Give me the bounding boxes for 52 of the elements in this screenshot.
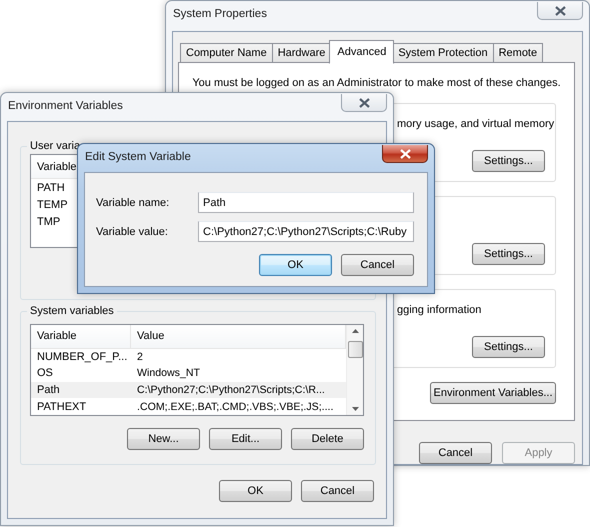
window-title: Edit System Variable <box>85 151 191 163</box>
close-icon <box>358 98 370 108</box>
group-description: mory usage, and virtual memory <box>397 117 554 132</box>
list-action-button[interactable]: New... <box>127 428 200 450</box>
scrollbar[interactable] <box>346 325 363 415</box>
input-field[interactable]: Path <box>198 192 414 213</box>
list-row[interactable]: OS Windows_NT <box>31 365 346 382</box>
column-header[interactable]: Variable <box>31 325 131 348</box>
down-arrow-icon[interactable] <box>352 407 358 411</box>
environment-variables-button[interactable]: Environment Variables... <box>430 382 556 404</box>
group-description: gging information <box>397 303 482 318</box>
close-button[interactable] <box>341 94 387 112</box>
input-field[interactable]: C:\Python27;C:\Python27\Scripts;C:\Ruby <box>198 221 414 242</box>
tab[interactable]: System Protection <box>392 43 494 63</box>
close-button[interactable] <box>382 145 428 163</box>
settings-button[interactable]: Settings... <box>472 336 545 358</box>
window-title: Environment Variables <box>8 100 123 112</box>
dialog-button[interactable]: Cancel <box>301 480 374 502</box>
up-arrow-icon[interactable] <box>352 329 358 333</box>
tab[interactable]: Computer Name <box>180 43 273 63</box>
list-row[interactable]: Path C:\Python27;C:\Python27\Scripts;C:\R... <box>31 382 346 398</box>
dialog-button[interactable]: OK <box>219 480 292 502</box>
notice-text: You must be logged on as an Administrator to make most of these changes. <box>191 76 561 90</box>
table-cell-text: .COM;.EXE;.BAT;.CMD;.VBS;.VBE;.JS;.... <box>136 400 334 413</box>
close-icon <box>554 6 566 16</box>
table-cell-text: Path <box>36 384 61 396</box>
list-action-button[interactable]: Delete <box>291 428 364 450</box>
settings-button[interactable]: Settings... <box>472 243 545 265</box>
table-cell-text: Windows_NT <box>136 367 201 380</box>
window-title: System Properties <box>173 8 267 20</box>
table-cell-text: NUMBER_OF_P... <box>36 350 128 363</box>
dialog-button[interactable]: Cancel <box>419 442 492 464</box>
dialog-button[interactable]: OK <box>259 254 332 276</box>
table-cell-text: PATHEXT <box>36 400 88 413</box>
list-row[interactable]: NUMBER_OF_P... 2 <box>31 348 346 366</box>
tab[interactable]: Hardware <box>272 43 332 63</box>
scroll-thumb[interactable] <box>348 341 362 358</box>
table-cell-text: OS <box>36 367 54 380</box>
table-cell-text: C:\Python27;C:\Python27\Scripts;C:\R... <box>136 384 326 396</box>
field-label: Variable value: <box>96 226 169 238</box>
field-label: Variable name: <box>96 196 170 208</box>
dialog-button[interactable]: Cancel <box>341 254 414 276</box>
group-label: System variables <box>29 305 115 317</box>
list-action-button[interactable]: Edit... <box>209 428 282 450</box>
tab[interactable]: Advanced <box>329 40 394 64</box>
close-button[interactable] <box>537 2 583 20</box>
table-cell-text: 2 <box>136 350 144 363</box>
list-view[interactable]: Variable Value NUMBER_OF_P... 2 OS Windows_NT Path C:\Python27;C:\Python27\Scripts;C:\R... PATHEXT .COM;.EXE;.BAT;.CMD;.VBS;.VBE;.JS;.... <box>30 324 364 416</box>
tab[interactable]: Remote <box>492 43 544 63</box>
settings-button[interactable]: Settings... <box>472 150 545 172</box>
list-row[interactable]: PATHEXT .COM;.EXE;.BAT;.CMD;.VBS;.VBE;.JS;.... <box>31 398 346 415</box>
close-icon <box>400 148 410 158</box>
